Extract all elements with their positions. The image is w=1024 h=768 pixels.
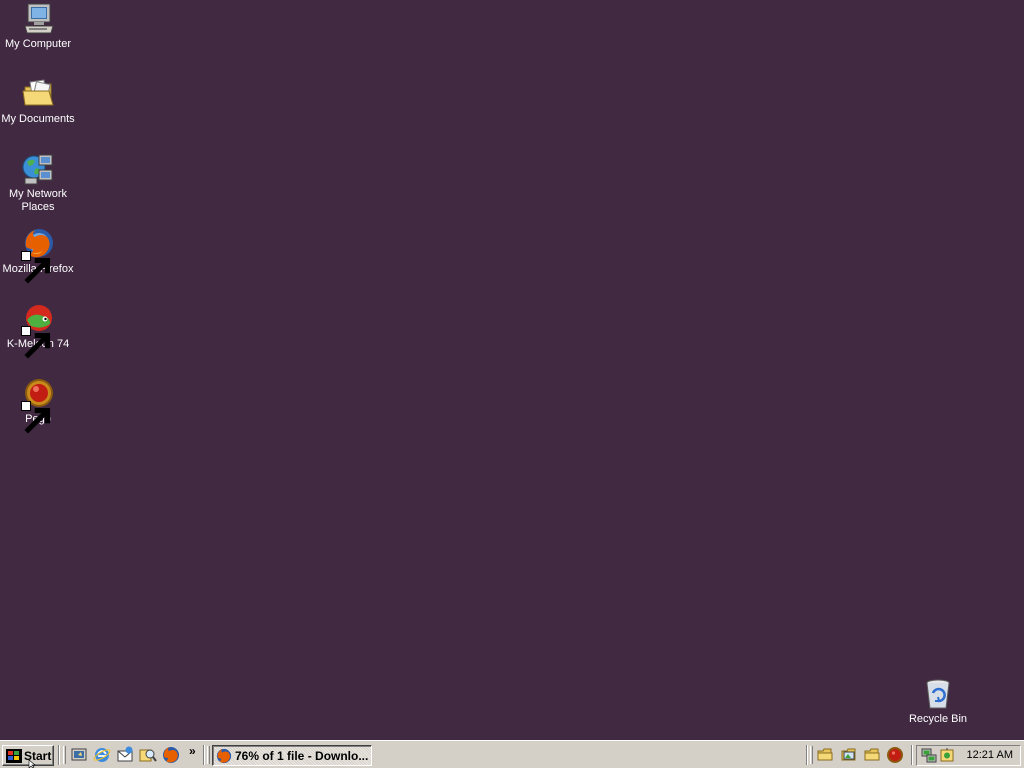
- taskbar-separator: [806, 745, 808, 765]
- shortcut-arrow-icon: [21, 251, 51, 284]
- taskbar-separator: [58, 745, 60, 765]
- quick-launch-chevron[interactable]: »: [189, 744, 196, 758]
- search-icon[interactable]: [139, 746, 157, 764]
- desktop-icon-mozilla-firefox[interactable]: Mozilla Firefox: [0, 227, 76, 284]
- security-icon[interactable]: [939, 747, 955, 763]
- taskbar-button-label: 76% of 1 file - Downlo...: [235, 748, 369, 763]
- pego-icon[interactable]: [886, 746, 904, 764]
- toolbar-grip[interactable]: [63, 746, 66, 764]
- folder-icon[interactable]: [816, 746, 834, 764]
- outlook-express-icon[interactable]: [116, 746, 134, 764]
- desktop-icon-label: My Computer: [4, 38, 72, 50]
- internet-explorer-icon[interactable]: [93, 746, 111, 764]
- folder-icon[interactable]: [863, 746, 881, 764]
- firefox-icon[interactable]: [162, 746, 180, 764]
- toolbar-grip[interactable]: [810, 746, 813, 764]
- taskbar-separator: [203, 745, 205, 765]
- desktop-icon-my-computer[interactable]: My Computer: [0, 2, 76, 51]
- taskbar-button-download[interactable]: 76% of 1 file - Downlo...: [212, 745, 372, 766]
- desktop-icon-my-documents[interactable]: My Documents: [0, 77, 76, 126]
- desktop-icon-k-meleon[interactable]: K-Meleon 74: [0, 302, 76, 359]
- computer-icon: [21, 2, 55, 36]
- pego-icon: [21, 377, 55, 434]
- desktop-icon-label: Recycle Bin: [908, 713, 968, 725]
- network-icon[interactable]: [921, 747, 937, 763]
- windows-logo-icon: [6, 748, 22, 763]
- k-meleon-icon: [21, 302, 55, 359]
- documents-folder-icon: [21, 77, 55, 111]
- show-desktop-icon[interactable]: [70, 746, 88, 764]
- firefox-icon: [216, 748, 232, 764]
- shortcut-arrow-icon: [21, 326, 51, 359]
- network-places-icon: [21, 152, 55, 186]
- toolbar-grip[interactable]: [207, 746, 210, 764]
- taskbar: Start » 76% of 1 file - Downlo... 12:21 …: [0, 740, 1024, 768]
- taskbar-separator: [911, 745, 913, 765]
- desktop-icon-pego[interactable]: Pego: [0, 377, 76, 434]
- desktop-icon-my-network-places[interactable]: My Network Places: [0, 152, 76, 214]
- mouse-cursor-icon: [28, 760, 36, 768]
- desktop-icon-label: My Documents: [1, 113, 75, 125]
- firefox-icon: [21, 227, 55, 284]
- desktop-icon-label: My Network Places: [8, 188, 68, 213]
- clock[interactable]: 12:21 AM: [967, 749, 1013, 761]
- recycle-bin-icon: [921, 677, 955, 711]
- shortcut-arrow-icon: [21, 401, 51, 434]
- desktop-icon-recycle-bin[interactable]: Recycle Bin: [900, 677, 976, 726]
- system-tray: 12:21 AM: [916, 745, 1021, 766]
- image-folder-icon[interactable]: [840, 746, 858, 764]
